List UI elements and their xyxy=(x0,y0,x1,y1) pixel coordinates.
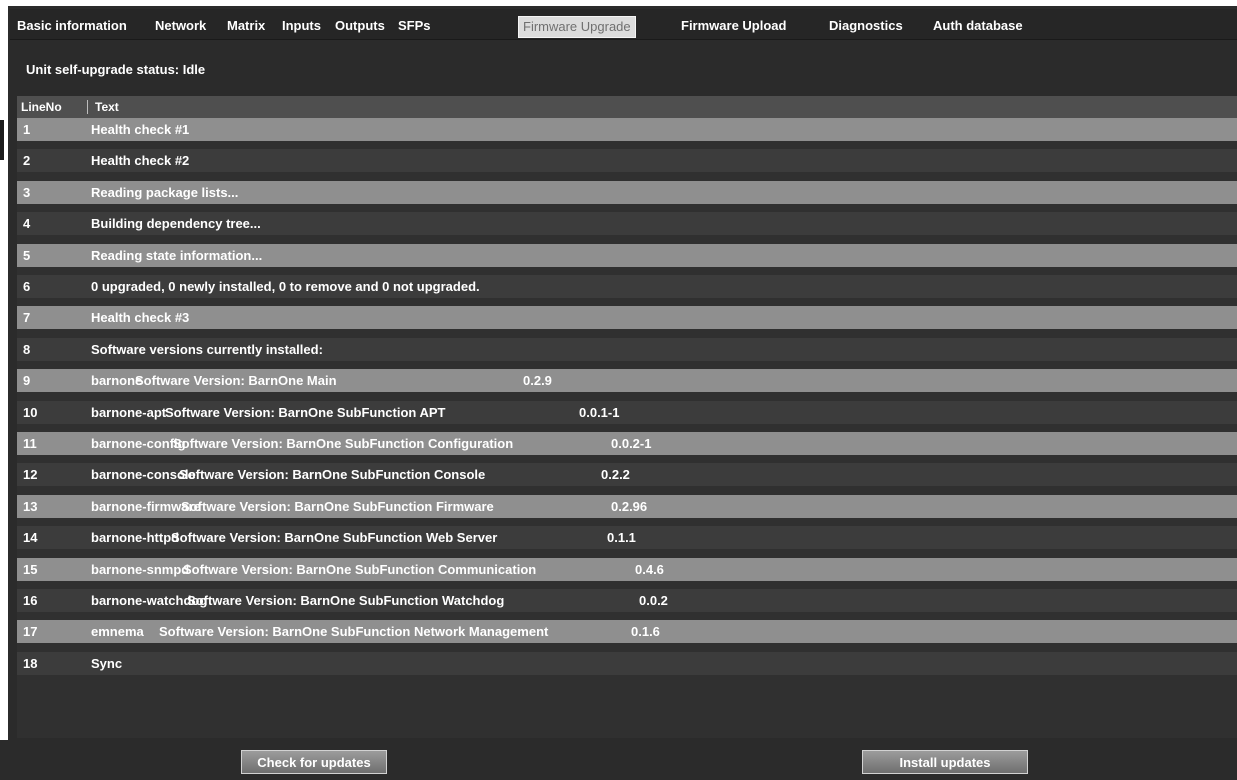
row-line-number: 3 xyxy=(23,184,31,200)
table-row[interactable]: 1 Health check #1 xyxy=(17,118,1237,141)
row-version-number: 0.4.6 xyxy=(635,561,664,577)
row-text: Reading package lists... xyxy=(91,184,239,200)
table-row[interactable]: 18 Sync xyxy=(17,651,1237,675)
row-version-description: Software Version: BarnOne SubFunction Ne… xyxy=(159,624,549,640)
install-updates-button[interactable]: Install updates xyxy=(862,750,1028,774)
tab-bar: Basic information Network Matrix Inputs … xyxy=(10,9,1237,40)
column-separator[interactable] xyxy=(87,100,88,114)
row-version-number: 0.0.1-1 xyxy=(579,404,620,420)
row-version-description: Software Version: BarnOne SubFunction Co… xyxy=(173,436,514,451)
table-row[interactable]: 8 Software versions currently installed: xyxy=(17,337,1237,361)
tab-sfps[interactable]: SFPs xyxy=(395,15,434,37)
row-line-number: 6 xyxy=(23,279,31,294)
table-row[interactable]: 10 barnone-apt Software Version: BarnOne S… xyxy=(17,400,1237,424)
row-line-number: 13 xyxy=(23,498,38,514)
column-header-text[interactable]: Text xyxy=(95,96,119,118)
table-row[interactable]: 3 Reading package lists... xyxy=(17,180,1237,204)
row-line-number: 2 xyxy=(23,153,31,169)
row-package-name: barnone-snmpd xyxy=(91,561,190,577)
row-package-name: barnone-apt xyxy=(91,404,167,420)
row-version-number: 0.2.96 xyxy=(611,498,648,514)
column-header-lineno[interactable]: LineNo xyxy=(21,96,62,118)
row-line-number: 15 xyxy=(23,561,38,577)
row-package-name: barnone-httpd xyxy=(91,530,180,546)
table-row[interactable]: 6 0 upgraded, 0 newly installed, 0 to rem… xyxy=(17,275,1237,298)
row-line-number: 4 xyxy=(23,216,31,232)
bottom-bar xyxy=(0,740,1237,780)
grid-header: LineNo Text xyxy=(17,96,1237,119)
row-line-number: 16 xyxy=(23,593,38,608)
row-text: Health check #3 xyxy=(91,310,190,326)
check-for-updates-button[interactable]: Check for updates xyxy=(241,750,387,774)
tab-outputs[interactable]: Outputs xyxy=(332,15,388,37)
row-line-number: 5 xyxy=(23,247,31,263)
row-line-number: 18 xyxy=(23,655,38,671)
row-version-description: Software Version: BarnOne SubFunction Co… xyxy=(183,561,537,577)
row-version-description: Software Version: BarnOne SubFunction AP… xyxy=(165,404,446,420)
row-line-number: 8 xyxy=(23,341,31,357)
row-version-description: Software Version: BarnOne SubFunction Co… xyxy=(179,467,486,483)
row-line-number: 7 xyxy=(23,310,31,326)
table-row[interactable]: 2 Health check #2 xyxy=(17,149,1237,173)
tab-basic-information[interactable]: Basic information xyxy=(14,15,130,37)
table-row[interactable]: 5 Reading state information... xyxy=(17,243,1237,267)
tab-inputs[interactable]: Inputs xyxy=(279,15,324,37)
row-line-number: 14 xyxy=(23,530,38,546)
row-version-description: Software Version: BarnOne SubFunction Fi… xyxy=(181,498,494,514)
table-row[interactable]: 9 barnone Software Version: BarnOne Main 0.… xyxy=(17,369,1237,393)
log-grid[interactable]: LineNo Text 1 Health check #1 2 Health chec… xyxy=(17,96,1237,738)
row-text: Sync xyxy=(91,655,123,671)
row-line-number: 1 xyxy=(23,122,31,137)
row-version-description: Software Version: BarnOne SubFunction We… xyxy=(171,530,498,546)
table-row[interactable]: 12 barnone-console Software Version: BarnO… xyxy=(17,463,1237,487)
row-line-number: 12 xyxy=(23,467,38,483)
row-line-number: 9 xyxy=(23,373,31,389)
table-row[interactable]: 15 barnone-snmpd Software Version: BarnOne… xyxy=(17,557,1237,581)
row-version-description: Software Version: BarnOne SubFunction Wa… xyxy=(187,593,505,608)
row-version-number: 0.1.1 xyxy=(607,530,636,546)
row-text: Health check #2 xyxy=(91,153,190,169)
row-text: Reading state information... xyxy=(91,247,263,263)
tab-network[interactable]: Network xyxy=(152,15,209,37)
row-version-description: Software Version: BarnOne Main xyxy=(135,373,337,389)
tab-diagnostics[interactable]: Diagnostics xyxy=(826,15,906,37)
row-text: Health check #1 xyxy=(91,122,190,137)
tab-auth-database[interactable]: Auth database xyxy=(930,15,1026,37)
table-row[interactable]: 17 emnema Software Version: BarnOne SubFun… xyxy=(17,620,1237,644)
row-version-number: 0.2.9 xyxy=(523,373,552,389)
table-row[interactable]: 4 Building dependency tree... xyxy=(17,212,1237,236)
row-text: Software versions currently installed: xyxy=(91,341,323,357)
row-package-name: barnone-config xyxy=(91,436,186,451)
row-version-number: 0.0.2-1 xyxy=(611,436,652,451)
row-text: Building dependency tree... xyxy=(91,216,261,232)
table-row[interactable]: 13 barnone-firmware Software Version: Barn… xyxy=(17,494,1237,518)
table-row[interactable]: 7 Health check #3 xyxy=(17,306,1237,330)
tab-firmware-upload[interactable]: Firmware Upload xyxy=(678,15,789,37)
row-version-number: 0.0.2 xyxy=(639,593,668,608)
window-edge xyxy=(0,120,4,160)
table-row[interactable]: 14 barnone-httpd Software Version: BarnOne… xyxy=(17,526,1237,550)
row-version-number: 0.2.2 xyxy=(601,467,630,483)
row-line-number: 11 xyxy=(23,436,37,451)
row-line-number: 17 xyxy=(23,624,38,640)
row-line-number: 10 xyxy=(23,404,38,420)
table-row[interactable]: 16 barnone-watchdog Software Version: Barn… xyxy=(17,589,1237,612)
tab-matrix[interactable]: Matrix xyxy=(224,15,268,37)
row-version-number: 0.1.6 xyxy=(631,624,660,640)
table-row[interactable]: 11 barnone-config Software Version: BarnOn… xyxy=(17,432,1237,455)
row-package-name: emnema xyxy=(91,624,144,640)
upgrade-status-text: Unit self-upgrade status: Idle xyxy=(26,62,206,77)
tab-firmware-upgrade[interactable]: Firmware Upgrade xyxy=(518,16,636,38)
row-text: 0 upgraded, 0 newly installed, 0 to remo… xyxy=(91,279,480,294)
